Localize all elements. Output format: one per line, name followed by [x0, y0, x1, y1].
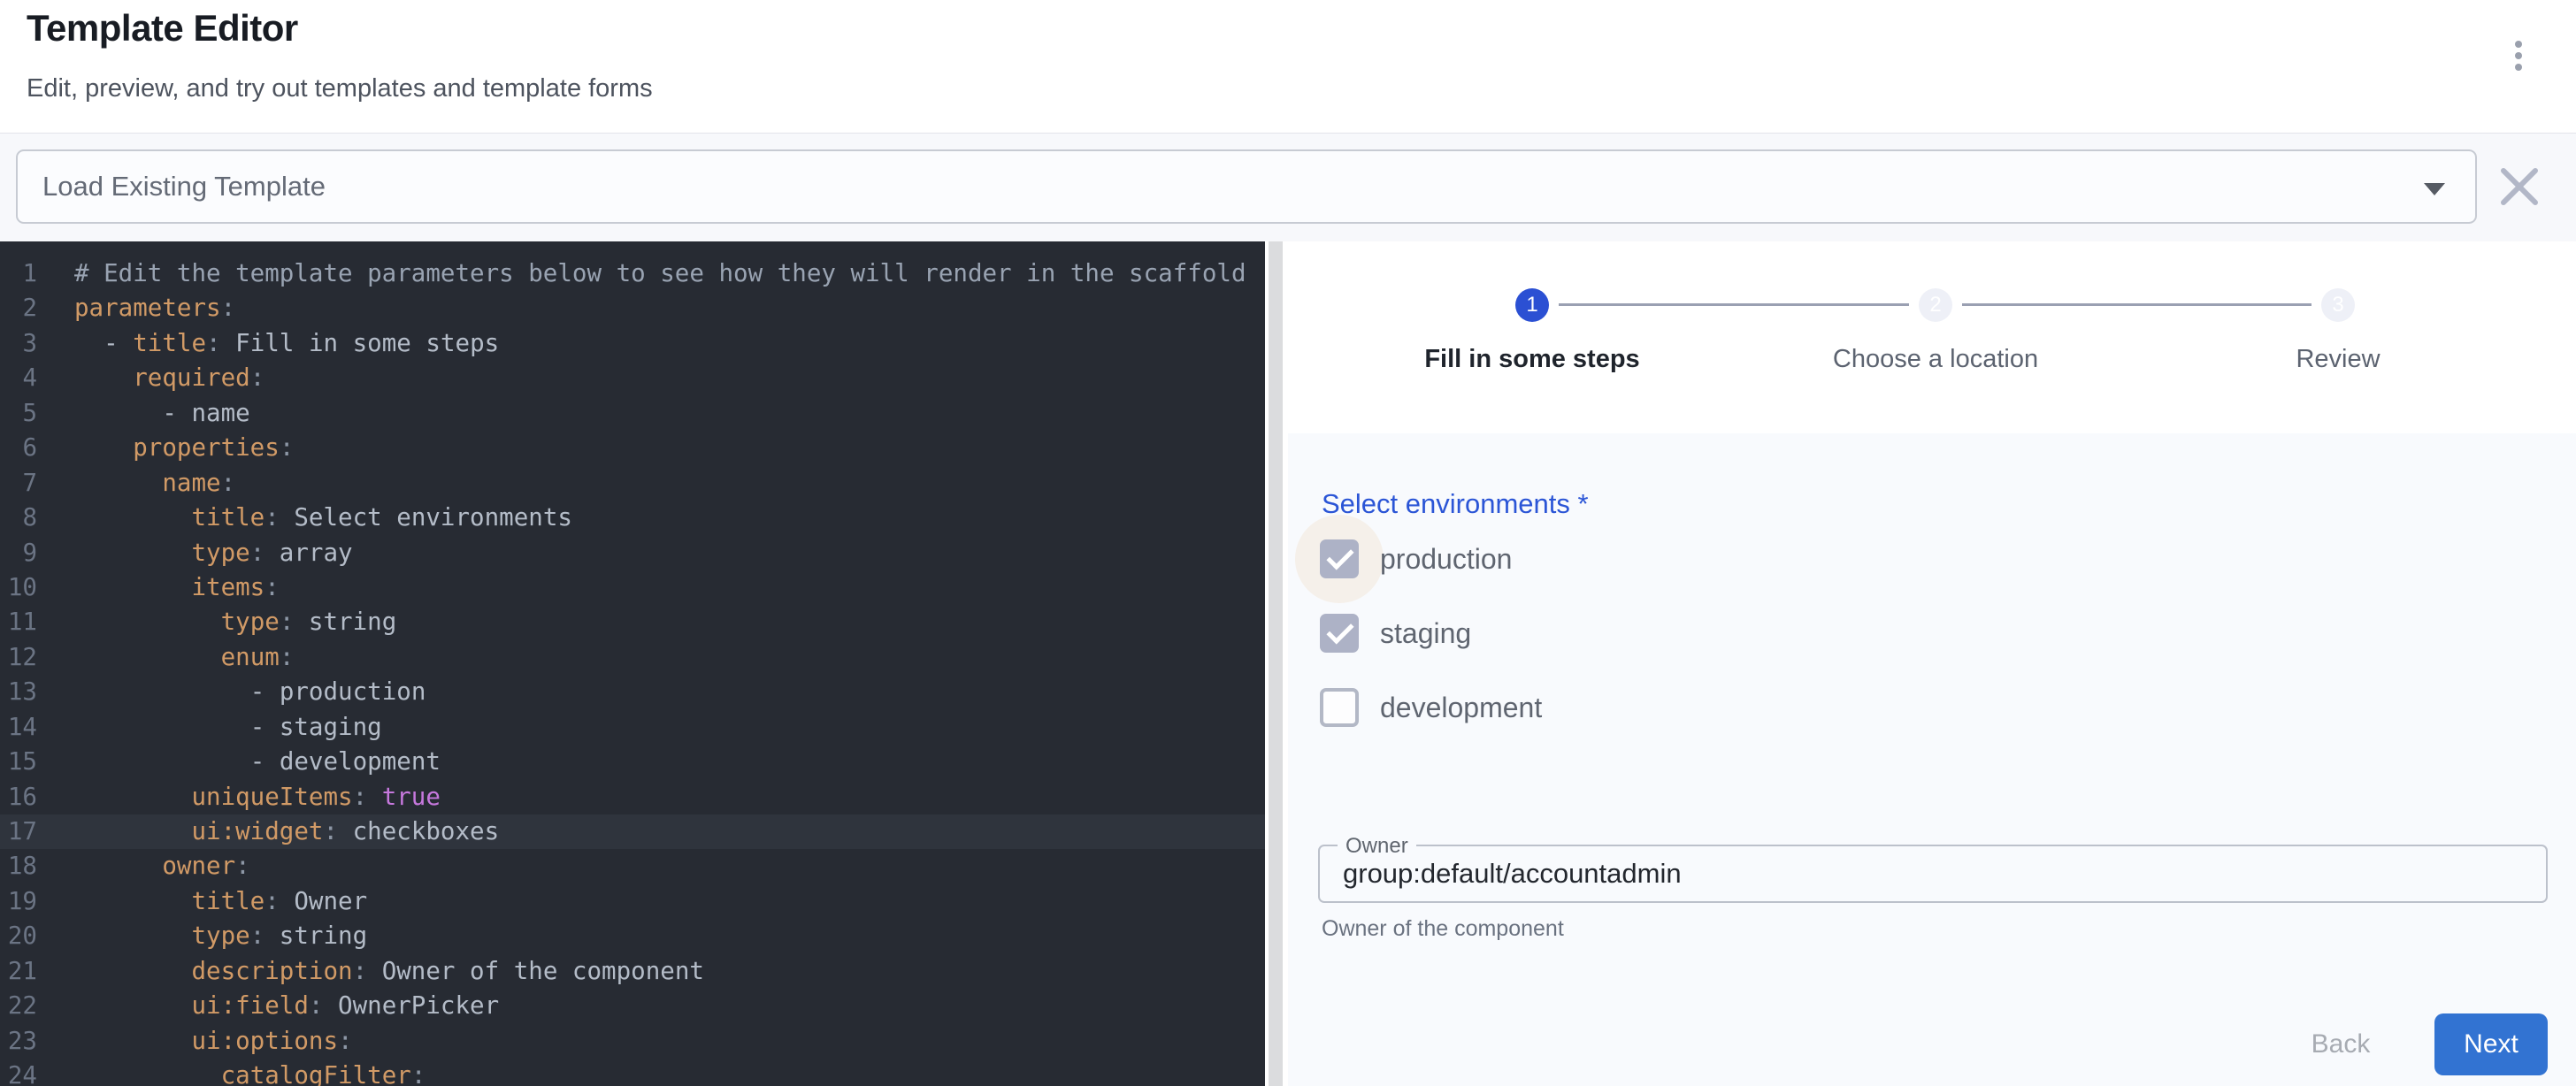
code-line: 2parameters: [0, 291, 1265, 325]
form-card: Select environments * production staging d… [1288, 433, 2576, 1086]
step-connector [1559, 303, 1909, 306]
code-line: 6 properties: [0, 431, 1265, 465]
line-number: 6 [0, 431, 37, 465]
checkbox-label: staging [1380, 617, 1471, 650]
line-number: 13 [0, 675, 37, 709]
code-line: 22 ui:field: OwnerPicker [0, 989, 1265, 1023]
line-number: 17 [0, 814, 37, 849]
line-number: 15 [0, 745, 37, 779]
required-marker: * [1578, 488, 1589, 519]
code-line: 11 type: string [0, 605, 1265, 639]
code-line: 23 ui:options: [0, 1024, 1265, 1059]
code-line: 5 - name [0, 396, 1265, 431]
checkbox-label: development [1380, 692, 1542, 724]
step-indicator: 1 [1515, 288, 1549, 322]
code-line: 1# Edit the template parameters below to… [0, 256, 1265, 291]
step-label: Fill in some steps [1424, 345, 1639, 374]
line-number: 5 [0, 396, 37, 431]
step-indicator: 3 [2321, 288, 2355, 322]
template-loader-bar: Load Existing Template [0, 133, 2576, 241]
checkbox-unchecked-icon[interactable] [1320, 688, 1359, 727]
line-number: 2 [0, 291, 37, 325]
line-number: 1 [0, 256, 37, 291]
code-line: 20 type: string [0, 919, 1265, 953]
page-title: Template Editor [27, 7, 298, 50]
clear-template-button[interactable] [2495, 162, 2544, 211]
code-line: 14 - staging [0, 710, 1265, 745]
code-line: 21 description: Owner of the component [0, 954, 1265, 989]
line-number: 16 [0, 780, 37, 814]
line-number: 20 [0, 919, 37, 953]
code-line: 12 enum: [0, 640, 1265, 675]
environment-checkbox-production[interactable]: production [1320, 539, 1512, 578]
back-button[interactable]: Back [2288, 1013, 2394, 1075]
code-line: 3 - title: Fill in some steps [0, 326, 1265, 361]
code-line: 9 type: array [0, 536, 1265, 570]
code-line: 18 owner: [0, 849, 1265, 883]
code-line: 16 uniqueItems: true [0, 780, 1265, 814]
checkbox-label: production [1380, 543, 1512, 576]
line-number: 23 [0, 1024, 37, 1059]
page-header: Template Editor Edit, preview, and try o… [0, 0, 2576, 133]
step-indicator: 2 [1919, 288, 1952, 322]
code-line: 15 - development [0, 745, 1265, 779]
line-number: 19 [0, 884, 37, 919]
code-line: 7 name: [0, 466, 1265, 501]
environment-checkbox-development[interactable]: development [1320, 688, 1542, 727]
load-template-select[interactable]: Load Existing Template [16, 149, 2477, 224]
code-line: 4 required: [0, 361, 1265, 395]
line-number: 3 [0, 326, 37, 361]
dropdown-arrow-icon [2424, 183, 2445, 195]
line-number: 21 [0, 954, 37, 989]
line-number: 4 [0, 361, 37, 395]
code-line: 10 items: [0, 570, 1265, 605]
owner-helper-text: Owner of the component [1322, 916, 1564, 942]
code-line: 17 ui:widget: checkboxes [0, 814, 1265, 849]
line-number: 11 [0, 605, 37, 639]
line-number: 10 [0, 570, 37, 605]
wizard-panel: 1 Fill in some steps 2 Choose a location 3 Re… [1283, 241, 2576, 1086]
environments-field-label: Select environments * [1322, 488, 1589, 520]
line-number: 8 [0, 501, 37, 535]
step-label: Review [2296, 345, 2380, 374]
line-number: 22 [0, 989, 37, 1023]
line-number: 24 [0, 1059, 37, 1086]
line-number: 7 [0, 466, 37, 501]
owner-field-value: group:default/accountadmin [1343, 858, 1682, 890]
line-number: 9 [0, 536, 37, 570]
line-number: 12 [0, 640, 37, 675]
more-options-button[interactable] [2493, 30, 2544, 81]
step-label: Choose a location [1833, 345, 2038, 374]
line-number: 18 [0, 849, 37, 883]
owner-input[interactable]: Owner group:default/accountadmin [1318, 845, 2548, 903]
checkbox-checked-icon[interactable] [1320, 614, 1359, 653]
code-line: 24 catalogFilter: [0, 1059, 1265, 1086]
wizard-stepper: 1 Fill in some steps 2 Choose a location 3 Re… [1283, 241, 2576, 418]
step-connector [1962, 303, 2312, 306]
code-line: 19 title: Owner [0, 884, 1265, 919]
line-number: 14 [0, 710, 37, 745]
code-line: 8 title: Select environments [0, 501, 1265, 535]
load-template-placeholder: Load Existing Template [42, 171, 326, 203]
code-line: 13 - production [0, 675, 1265, 709]
code-editor[interactable]: 1# Edit the template parameters below to… [0, 241, 1265, 1086]
next-button[interactable]: Next [2434, 1013, 2548, 1075]
kebab-menu-icon [2515, 41, 2522, 71]
page-subtitle: Edit, preview, and try out templates and… [27, 74, 653, 103]
environment-checkbox-staging[interactable]: staging [1320, 614, 1471, 653]
close-icon [2495, 162, 2544, 211]
panel-splitter[interactable] [1269, 241, 1283, 1086]
owner-field-label: Owner [1338, 834, 1416, 859]
checkbox-checked-icon[interactable] [1320, 539, 1359, 578]
